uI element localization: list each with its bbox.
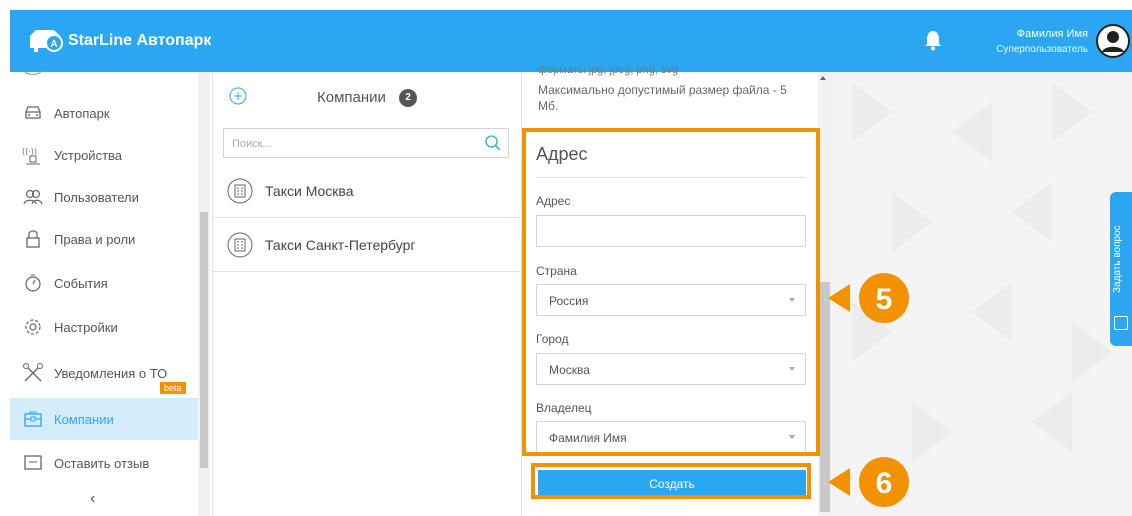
collapse-sidebar-button[interactable]: ‹ (90, 490, 95, 508)
events-icon (25, 274, 41, 292)
companies-panel: Компании 2 Такси Москва Такси Санкт-Пете… (212, 72, 523, 516)
sidebar-item-label: Пользователи (54, 189, 139, 205)
search-box[interactable] (223, 128, 509, 158)
create-button-highlight (531, 463, 811, 499)
sidebar-scrollbar-thumb[interactable] (200, 212, 208, 468)
company-name: Такси Санкт-Петербург (265, 236, 416, 253)
svg-text:((·)): ((·)) (22, 147, 37, 156)
company-list-item[interactable]: Такси Москва (213, 164, 523, 218)
sidebar-item-label: Автопарк (54, 105, 110, 121)
gear-icon (25, 319, 41, 335)
search-input[interactable] (232, 135, 472, 153)
add-company-icon[interactable] (229, 87, 247, 105)
company-icon (24, 411, 42, 427)
companies-title: Компании (317, 89, 386, 106)
user-name[interactable]: Фамилия Имя (980, 28, 1088, 40)
sidebar-item-devices[interactable]: ((·)) Устройства (10, 134, 198, 176)
sidebar: Автопарк ((·)) Устройства Пользователи П… (10, 70, 210, 516)
step-6-marker: 6 (828, 457, 909, 507)
step-6-label: 6 (876, 467, 893, 500)
sidebar-item-companies[interactable]: Компании (10, 398, 198, 440)
search-icon[interactable] (484, 134, 502, 152)
sidebar-item-events[interactable]: События (10, 262, 198, 304)
lock-icon (26, 230, 40, 248)
sidebar-item-label: Уведомления о ТО (54, 365, 168, 381)
sidebar-item-label: Устройства (54, 147, 123, 163)
building-icon (227, 178, 253, 203)
feedback-icon (24, 455, 42, 470)
sidebar-item-users[interactable]: Пользователи (10, 176, 198, 218)
car-icon (25, 106, 41, 119)
tools-icon (23, 363, 43, 382)
sidebar-item-fleet[interactable]: Автопарк (10, 92, 198, 134)
beta-badge: beta (160, 382, 186, 394)
step-5-label: 5 (876, 283, 893, 316)
users-icon (23, 189, 43, 205)
sidebar-item-label: Права и роли (54, 231, 136, 247)
sidebar-item-rights[interactable]: Права и роли (10, 218, 198, 260)
logo-icon: A (30, 30, 63, 52)
sidebar-item-label: Оставить отзыв (54, 455, 150, 471)
sidebar-item-label: События (54, 275, 108, 291)
sidebar-item-label: Компании (54, 411, 114, 427)
step-5-marker: 5 (828, 273, 909, 323)
scroll-up-icon[interactable] (820, 76, 826, 80)
app-title: StarLine Автопарк (68, 32, 212, 49)
svg-text:A: A (50, 39, 57, 50)
ask-question-label[interactable]: Задать вопрос (1112, 214, 1130, 304)
address-section-highlight (522, 128, 820, 456)
chat-icon[interactable] (1114, 316, 1128, 330)
partial-icon (23, 70, 43, 75)
sidebar-item-label: Настройки (54, 319, 118, 335)
company-name: Такси Москва (265, 182, 354, 199)
company-list-item[interactable]: Такси Санкт-Петербург (213, 218, 523, 272)
building-icon (227, 232, 253, 257)
file-size-hint: Максимально допустимый размер файла - 5 … (538, 83, 787, 113)
companies-count-badge: 2 (399, 89, 417, 107)
device-icon: ((·)) (22, 147, 40, 165)
bell-icon[interactable] (924, 29, 942, 51)
avatar-icon[interactable] (1096, 24, 1130, 58)
sidebar-item-feedback[interactable]: Оставить отзыв (10, 442, 198, 484)
user-role: Суперпользователь (996, 44, 1088, 55)
file-format-hint: форматы jpg, jpeg, png, svg (538, 64, 679, 76)
sidebar-item-settings[interactable]: Настройки (10, 306, 198, 348)
app-header: A StarLine Автопарк Фамилия Имя Суперпол… (10, 10, 1132, 72)
